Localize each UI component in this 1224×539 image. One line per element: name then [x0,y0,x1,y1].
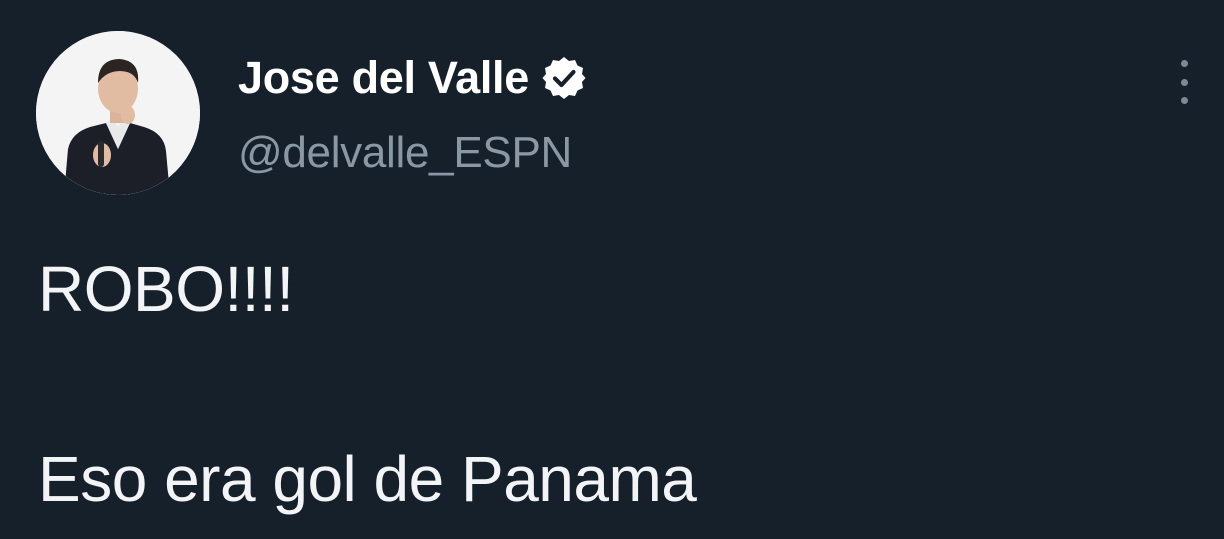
dot [1180,78,1188,86]
dot [1180,60,1188,67]
tweet-text-line: Eso era gol de Panama [38,443,697,515]
author-handle[interactable]: @delvalle_ESPN [238,128,572,178]
more-options-icon[interactable] [1168,56,1200,108]
avatar[interactable] [36,31,200,195]
verified-badge-icon [542,57,586,99]
author-name-row: Jose del Valle [238,50,587,106]
author-display-name[interactable]: Jose del Valle [238,52,529,104]
person-photo-icon [36,31,200,195]
dot [1180,97,1188,104]
tweet-text-line: ROBO!!!! [38,253,294,325]
tweet-card: Jose del Valle @delvalle_ESPN ROBO!!!! E… [0,0,1224,539]
